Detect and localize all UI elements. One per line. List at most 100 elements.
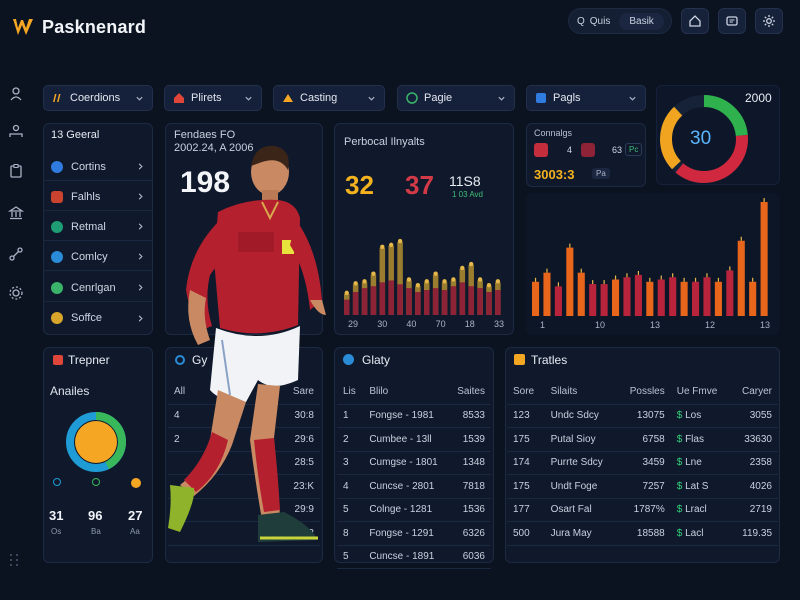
table-cell: 175 (507, 474, 545, 499)
table-row[interactable]: 174 Purrte Sdcy 3459 $ Lne 2358 (507, 451, 778, 475)
star-icon (51, 312, 63, 324)
chart-tick-label: 10 (595, 320, 605, 330)
chevron-down-icon (245, 96, 252, 101)
dollar-icon: $ (676, 410, 683, 422)
table-cell: 1536 (448, 498, 491, 522)
right-card-badge2: 63 (612, 145, 623, 155)
column-header[interactable]: Caryer (730, 380, 778, 405)
nav-item-soffce[interactable]: Soffce (43, 304, 153, 332)
table-row[interactable]: 177 Osart Fal 1787% $ Lracl 2719 (507, 498, 778, 522)
table-row[interactable]: 175 Undt Foge 7257 $ Lat S 4026 (507, 474, 778, 499)
table-cell-text: Lat S (685, 480, 709, 492)
home-button[interactable] (681, 8, 709, 34)
nav-item-falhls[interactable]: Falhls (43, 183, 153, 211)
sidebar-route[interactable] (6, 244, 26, 264)
chart-bar-segment (450, 286, 457, 315)
nav-item-cenrlgan[interactable]: Cenrlgan (43, 274, 153, 302)
glory-table: Lis Blilo Saites 1 Fongse - 1981 8533 2 Cum… (337, 380, 491, 569)
table-cell: Purrte Sdcy (544, 451, 618, 475)
stats-card-title: Perbocal Ilnyalts (344, 136, 425, 148)
user-icon (10, 87, 22, 101)
chart-bar-segment (468, 286, 474, 315)
table-row[interactable]: 4 Cuncse - 2801 7818 (337, 474, 491, 499)
column-header[interactable]: Silaits (544, 380, 618, 405)
legend-dot-orange (131, 478, 141, 488)
search-pill[interactable]: Basik (619, 12, 664, 30)
chart-bar-segment (388, 280, 394, 315)
tipster-donut (66, 412, 126, 472)
column-header[interactable]: Lis (337, 380, 364, 405)
filter-label: Casting (300, 92, 338, 104)
sidebar-bank[interactable] (6, 203, 26, 223)
table-row[interactable]: 123 Undc Sdcy 13075 $ Los 3055 (507, 404, 778, 428)
chart-bar (726, 270, 734, 316)
drag-handle-icon[interactable] (8, 552, 20, 568)
column-header[interactable]: Ue Fmve (670, 380, 731, 405)
table-row[interactable]: 2 Cumbee - 13ll 1539 (337, 427, 491, 452)
tipster-subtitle: Anailes (50, 384, 90, 398)
filter-coerdions[interactable]: Coerdions (43, 85, 153, 111)
gear-icon (763, 15, 775, 27)
column-header[interactable]: Saites (448, 380, 491, 405)
table-row[interactable]: 5 Colnge - 1281 1536 (337, 498, 491, 522)
tipster-stat-3: 27 (128, 508, 143, 523)
stats-value-3: 11S8 (449, 173, 481, 189)
donut-value: 30 (690, 128, 712, 149)
sidebar-team[interactable] (6, 121, 26, 141)
table-cell: 8533 (448, 404, 491, 428)
nav-item-cortins[interactable]: Cortins (43, 153, 153, 181)
cog-icon (9, 286, 23, 300)
chart-tick-label: 29 (348, 319, 358, 329)
table-cell-text: Lacl (685, 527, 704, 539)
search-bar[interactable]: Q Quis Basik (568, 8, 672, 34)
tipster-icon (53, 355, 63, 365)
chevron-down-icon (498, 96, 505, 101)
sidebar-profile[interactable] (6, 84, 26, 104)
settings-button[interactable] (755, 8, 783, 34)
filter-plirets[interactable]: Plirets (164, 85, 262, 111)
globe-icon (51, 160, 63, 173)
table-cell: 13075 (617, 404, 671, 428)
table-cell: 6036 (448, 545, 491, 569)
table-row[interactable]: 1 Fongse - 1981 8533 (337, 404, 491, 428)
chart-bar-segment (495, 290, 501, 315)
table-cell: Cuncse - 2801 (363, 474, 449, 499)
filter-casting[interactable]: Casting (273, 85, 385, 111)
chevron-down-icon (629, 96, 636, 101)
chart-bar (577, 272, 585, 316)
table-row[interactable]: 3 Cumgse - 1801 1348 (337, 451, 491, 475)
table-cell: 33630 (730, 427, 778, 452)
message-button[interactable] (718, 8, 746, 34)
tipster-stat-1: 31 (49, 508, 64, 523)
table-cell: 119.35 (730, 521, 778, 546)
nav-item-retmal[interactable]: Retmal (43, 213, 153, 241)
sidebar-settings[interactable] (6, 283, 26, 303)
ring-icon (51, 220, 63, 233)
sidebar-clipboard[interactable] (6, 161, 26, 181)
right-card-value-tag: Pa (592, 168, 610, 179)
filter-pagie[interactable]: Pagie (397, 85, 515, 111)
table-cell: Fongse - 1981 (363, 404, 449, 428)
column-header[interactable]: Sore (507, 380, 545, 405)
chart-bar-cap (424, 279, 429, 284)
chart-bar-cap (451, 277, 456, 282)
nav-item-label: Falhls (71, 190, 101, 203)
column-header[interactable]: Possles (617, 380, 671, 405)
filter-pagls[interactable]: Pagls (526, 85, 646, 111)
filter-label: Pagls (553, 92, 581, 104)
table-row[interactable]: 8 Fongse - 1291 6326 (337, 521, 491, 546)
table-cell: 7818 (448, 474, 491, 499)
chart-bar-cap (406, 277, 412, 282)
table-cell: 1787% (617, 498, 671, 522)
table-cell: Osart Fal (544, 498, 618, 522)
table-row[interactable]: 175 Putal Sioy 6758 $ Flas 33630 (507, 427, 778, 452)
chart-bar-cap (389, 242, 394, 248)
table-cell: $ Lne (670, 451, 731, 475)
legend-dot-green (92, 478, 100, 486)
table-row[interactable]: 5 Cuncse - 1891 6036 (337, 545, 491, 569)
table-cell: 2358 (730, 451, 778, 475)
table-row[interactable]: 500 Jura May 18588 $ Lacl 119.35 (507, 521, 778, 546)
chart-bar-cap (442, 279, 447, 284)
nav-item-comlcy[interactable]: Comlcy (43, 243, 153, 271)
column-header[interactable]: Blilo (363, 380, 449, 405)
